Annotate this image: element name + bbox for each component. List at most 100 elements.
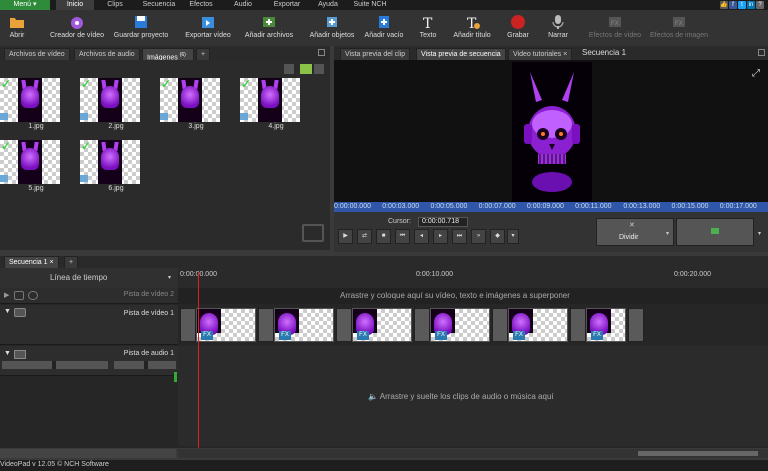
- export-video-button[interactable]: Exportar vídeo: [182, 10, 234, 46]
- timeline-clip-2[interactable]: FX: [274, 308, 334, 342]
- eye-icon[interactable]: [14, 308, 26, 317]
- media-thumb-6[interactable]: ✓: [80, 140, 140, 184]
- transition[interactable]: [492, 308, 508, 342]
- twitter-icon[interactable]: t: [738, 1, 746, 9]
- tab-suite-nch[interactable]: Suite NCH: [350, 0, 390, 10]
- tab-audio[interactable]: Audio: [228, 0, 258, 10]
- media-thumb-5[interactable]: ✓: [0, 140, 60, 184]
- volume-slider[interactable]: [2, 361, 108, 369]
- audio-drop-zone[interactable]: 🔈 Arrastre y suelte los clips de audio o…: [178, 346, 768, 446]
- split-button[interactable]: ✕ Dividir: [596, 218, 674, 246]
- collapse-icon[interactable]: ▼: [4, 350, 11, 357]
- go-end-button[interactable]: ⏭: [452, 229, 467, 244]
- view-options-icon[interactable]: [314, 64, 324, 74]
- add-blank-button[interactable]: Añadir vacío: [362, 10, 406, 46]
- track-header-scrollbar[interactable]: [0, 449, 176, 458]
- expand-icon[interactable]: ▶: [4, 291, 9, 299]
- tab-ayuda[interactable]: Ayuda: [314, 0, 342, 10]
- add-to-sequence-button[interactable]: [676, 218, 754, 246]
- pan-slider[interactable]: [114, 361, 176, 369]
- tab-clips[interactable]: Clips: [100, 0, 130, 10]
- fx-badge[interactable]: FX: [435, 331, 447, 340]
- add-title-button[interactable]: T Añadir título: [450, 10, 494, 46]
- add-objects-button[interactable]: Añadir objetos: [306, 10, 358, 46]
- like-icon[interactable]: 👍: [720, 1, 728, 9]
- text-button[interactable]: T Texto: [414, 10, 442, 46]
- preview-time-ruler[interactable]: 0:00:00.000 0:00:03.000 0:00:05.000 0:00:07…: [334, 202, 768, 212]
- narrate-button[interactable]: Narrar: [544, 10, 572, 46]
- timeline-clip-6[interactable]: FX: [586, 308, 626, 342]
- tab-audio-files[interactable]: Archivos de audio: [74, 48, 140, 60]
- linkedin-icon[interactable]: in: [747, 1, 755, 9]
- timeline-clip-5[interactable]: FX: [508, 308, 568, 342]
- facebook-icon[interactable]: f: [729, 1, 737, 9]
- record-button[interactable]: Grabar: [504, 10, 532, 46]
- fx-badge[interactable]: FX: [357, 331, 369, 340]
- tab-images[interactable]: Imágenes (6): [142, 48, 194, 61]
- timeline-clip-1[interactable]: FX: [196, 308, 256, 342]
- speaker-icon[interactable]: [14, 350, 26, 359]
- save-project-button[interactable]: Guardar proyecto: [112, 10, 170, 46]
- fullscreen-icon[interactable]: ⤢: [752, 68, 764, 80]
- split-dropdown-icon[interactable]: ▾: [666, 230, 669, 237]
- undock-icon[interactable]: [318, 49, 325, 56]
- timeline-clip-4[interactable]: FX: [430, 308, 490, 342]
- controls-dropdown[interactable]: ▾: [507, 229, 519, 244]
- tab-secuencia[interactable]: Secuencia: [138, 0, 180, 10]
- fx-badge[interactable]: FX: [591, 331, 603, 340]
- tab-efectos[interactable]: Efectos: [186, 0, 216, 10]
- pan-handle[interactable]: [144, 361, 148, 369]
- timeline-dropdown-icon[interactable]: ▾: [168, 274, 171, 281]
- fast-forward-button[interactable]: »: [471, 229, 486, 244]
- transition[interactable]: [258, 308, 274, 342]
- tab-sequence-1[interactable]: Secuencia 1 ×: [4, 256, 59, 268]
- transition[interactable]: [180, 308, 196, 342]
- tab-video-tutorials[interactable]: Video tutoriales ×: [508, 48, 573, 60]
- close-icon[interactable]: ×: [563, 51, 567, 58]
- tab-exportar[interactable]: Exportar: [268, 0, 306, 10]
- tab-sequence-preview[interactable]: Vista previa de secuencia: [416, 48, 506, 60]
- go-start-button[interactable]: ⏮: [395, 229, 410, 244]
- fx-badge[interactable]: FX: [279, 331, 291, 340]
- play-button[interactable]: ▶: [338, 229, 353, 244]
- close-icon[interactable]: ×: [49, 259, 53, 266]
- collapse-icon[interactable]: ▼: [4, 308, 11, 315]
- transition[interactable]: [570, 308, 586, 342]
- video-effects-button[interactable]: FX Efectos de vídeo: [586, 10, 644, 46]
- help-icon[interactable]: ?: [756, 1, 764, 9]
- zoom-slider[interactable]: [638, 451, 758, 456]
- preview-viewport[interactable]: ⤢: [334, 60, 768, 202]
- tab-inicio[interactable]: Inicio: [56, 0, 94, 10]
- overlay-drop-zone[interactable]: Arrastre y coloque aquí su vídeo, texto …: [178, 288, 768, 304]
- delete-icon[interactable]: [284, 64, 294, 74]
- media-thumb-3[interactable]: ✓: [160, 78, 220, 122]
- timeline-scrollbar[interactable]: [178, 449, 768, 458]
- undock-icon[interactable]: [758, 49, 765, 56]
- transition[interactable]: [336, 308, 352, 342]
- fx-badge[interactable]: FX: [513, 331, 525, 340]
- media-thumb-1[interactable]: ✓: [0, 78, 60, 122]
- eye-icon[interactable]: [14, 291, 24, 300]
- playhead[interactable]: [198, 272, 199, 448]
- next-frame-button[interactable]: ▸: [433, 229, 448, 244]
- mark-button[interactable]: ◆: [490, 229, 505, 244]
- settings-icon[interactable]: [28, 291, 38, 300]
- volume-handle[interactable]: [52, 361, 56, 369]
- tab-clip-preview[interactable]: Vista previa del clip: [340, 48, 411, 60]
- timeline-ruler[interactable]: 0:00:00.000 0:00:10.000 0:00:20.000: [178, 268, 768, 288]
- cursor-time-field[interactable]: 0:00:00.718: [418, 217, 468, 227]
- folder-icon[interactable]: [300, 64, 312, 74]
- image-effects-button[interactable]: FX Efectos de imagen: [648, 10, 710, 46]
- tab-video-files[interactable]: Archivos de vídeo: [4, 48, 70, 60]
- media-thumb-4[interactable]: ✓: [240, 78, 300, 122]
- transition[interactable]: [628, 308, 644, 342]
- fx-badge[interactable]: FX: [201, 331, 213, 340]
- add-files-button[interactable]: Añadir archivos: [242, 10, 296, 46]
- media-thumb-2[interactable]: ✓: [80, 78, 140, 122]
- loop-button[interactable]: ⇄: [357, 229, 372, 244]
- open-button[interactable]: Abrir: [2, 10, 32, 46]
- add-sequence-button[interactable]: +: [64, 256, 78, 268]
- transition[interactable]: [414, 308, 430, 342]
- timeline-clip-3[interactable]: FX: [352, 308, 412, 342]
- add-tab-button[interactable]: +: [196, 48, 210, 60]
